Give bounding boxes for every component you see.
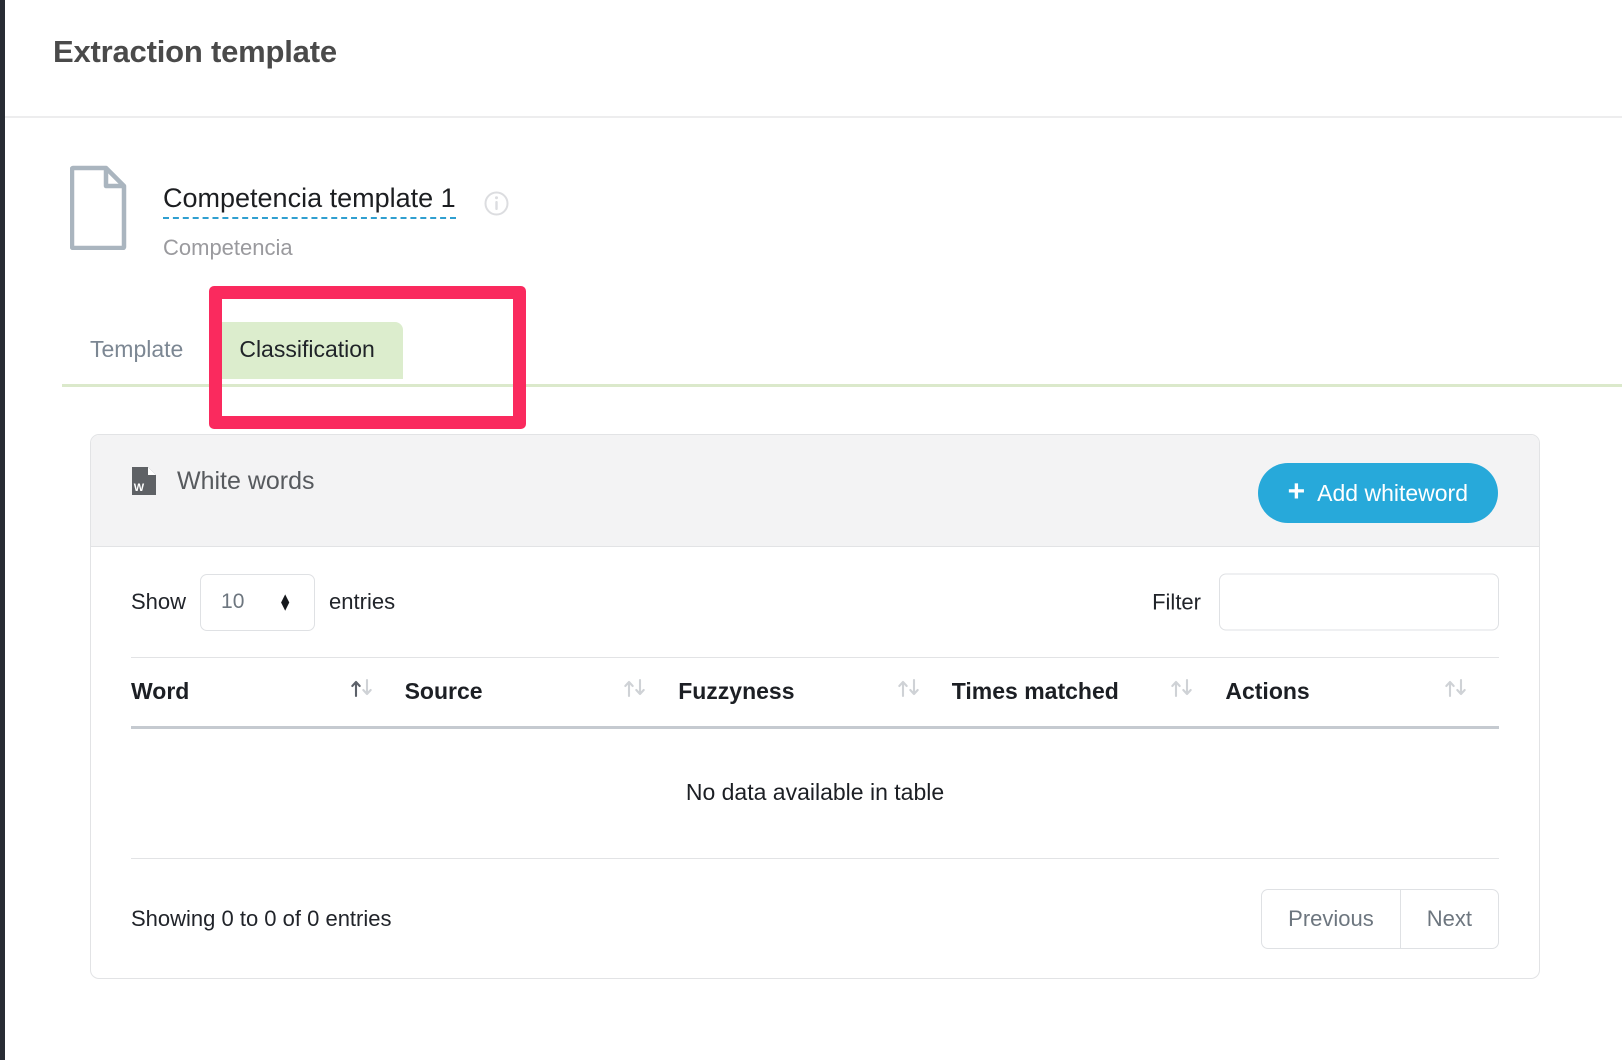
filter-group: Filter bbox=[1152, 574, 1499, 631]
filter-label: Filter bbox=[1152, 589, 1201, 615]
sort-icon-fuzzyness bbox=[896, 676, 922, 706]
tab-template[interactable]: Template bbox=[62, 322, 211, 379]
entries-label: entries bbox=[329, 589, 395, 615]
white-words-table: Word Source bbox=[131, 657, 1499, 859]
column-header-times-matched[interactable]: Times matched bbox=[952, 658, 1226, 728]
table-footer: Showing 0 to 0 of 0 entries Previous Nex… bbox=[131, 859, 1499, 979]
page-header: Extraction template bbox=[5, 0, 1622, 118]
column-header-fuzzyness[interactable]: Fuzzyness bbox=[678, 658, 952, 728]
table-controls: Show 10 ▲▼ entries Filter bbox=[131, 547, 1499, 657]
svg-text:W: W bbox=[134, 482, 145, 494]
column-header-source[interactable]: Source bbox=[405, 658, 679, 728]
sidebar-edge bbox=[0, 0, 5, 1060]
column-label-times-matched: Times matched bbox=[952, 678, 1119, 705]
word-document-icon: W bbox=[131, 466, 157, 496]
show-label: Show bbox=[131, 589, 186, 615]
pagination: Previous Next bbox=[1261, 889, 1499, 949]
empty-message: No data available in table bbox=[131, 728, 1499, 859]
sort-icon-word bbox=[349, 676, 375, 706]
tab-bar: Template Classification bbox=[62, 322, 1622, 386]
column-header-actions[interactable]: Actions bbox=[1225, 658, 1499, 728]
table-empty-row: No data available in table bbox=[131, 728, 1499, 859]
column-label-source: Source bbox=[405, 678, 483, 705]
showing-entries-info: Showing 0 to 0 of 0 entries bbox=[131, 906, 392, 932]
white-words-card: W White words + Add whiteword Show 10 ▲ bbox=[90, 434, 1540, 979]
card-body: Show 10 ▲▼ entries Filter bbox=[91, 547, 1539, 979]
plus-icon: + bbox=[1288, 477, 1306, 507]
template-name-row: Competencia template 1 bbox=[163, 183, 509, 219]
add-whiteword-button[interactable]: + Add whiteword bbox=[1258, 463, 1498, 523]
tab-classification[interactable]: Classification bbox=[211, 322, 403, 379]
column-header-word[interactable]: Word bbox=[131, 658, 405, 728]
add-whiteword-label: Add whiteword bbox=[1317, 480, 1468, 507]
next-page-button[interactable]: Next bbox=[1400, 889, 1499, 949]
table-head: Word Source bbox=[131, 658, 1499, 728]
sort-icon-source bbox=[622, 676, 648, 706]
page-length-group: Show 10 ▲▼ entries bbox=[131, 574, 395, 631]
table-header-row: Word Source bbox=[131, 658, 1499, 728]
card-title: White words bbox=[177, 467, 315, 496]
column-label-fuzzyness: Fuzzyness bbox=[678, 678, 794, 705]
tab-underline bbox=[62, 384, 1622, 387]
template-name-editable[interactable]: Competencia template 1 bbox=[163, 183, 456, 219]
page-length-value: 10 bbox=[221, 590, 244, 614]
page-length-select[interactable]: 10 ▲▼ bbox=[200, 574, 315, 631]
previous-page-button[interactable]: Previous bbox=[1261, 889, 1400, 949]
page-title: Extraction template bbox=[53, 34, 337, 70]
card-header: W White words + Add whiteword bbox=[91, 435, 1539, 547]
table-body: No data available in table bbox=[131, 728, 1499, 859]
column-label-actions: Actions bbox=[1225, 678, 1309, 705]
sort-icon-times-matched bbox=[1169, 676, 1195, 706]
template-subtitle: Competencia bbox=[163, 235, 293, 261]
filter-input[interactable] bbox=[1219, 574, 1499, 631]
stepper-arrows-icon: ▲▼ bbox=[278, 594, 292, 611]
card-header-title: W White words bbox=[131, 466, 315, 496]
app-root: Extraction template Competencia template… bbox=[0, 0, 1622, 1060]
info-icon[interactable] bbox=[484, 191, 509, 216]
sort-icon-actions bbox=[1443, 676, 1469, 706]
column-label-word: Word bbox=[131, 678, 189, 705]
document-icon bbox=[70, 165, 127, 250]
